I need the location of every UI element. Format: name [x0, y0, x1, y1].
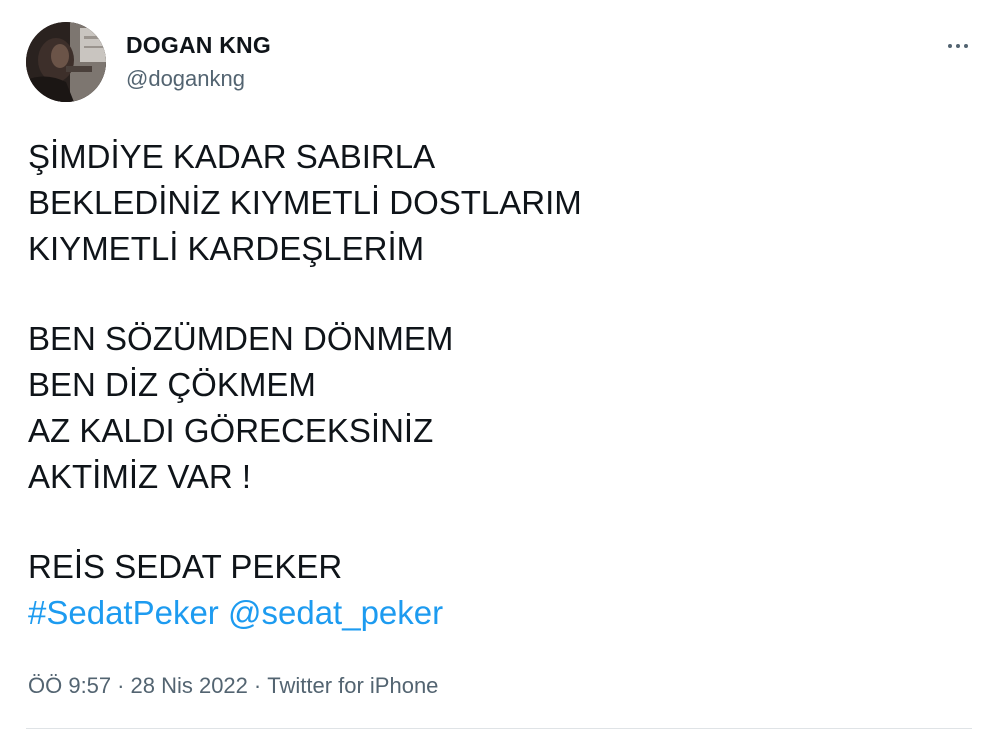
tweet-line: BEKLEDİNİZ KIYMETLİ DOSTLARIM [28, 184, 582, 221]
tweet-line: BEN SÖZÜMDEN DÖNMEM [28, 320, 454, 357]
tweet-date[interactable]: 28 Nis 2022 [130, 673, 247, 698]
hashtag-link[interactable]: #SedatPeker [28, 594, 219, 631]
user-handle[interactable]: @dogankng [126, 66, 245, 92]
avatar-image [26, 22, 106, 102]
tweet-tags-line: #SedatPeker @sedat_peker [28, 590, 968, 636]
tweet-line: AZ KALDI GÖRECEKSİNİZ [28, 412, 434, 449]
meta-separator: · [117, 673, 125, 698]
tweet-line: ŞİMDİYE KADAR SABIRLA [28, 138, 436, 175]
tweet-line: REİS SEDAT PEKER [28, 548, 343, 585]
tweet-line: AKTİMİZ VAR ! [28, 458, 252, 495]
more-horizontal-icon-dot [948, 44, 952, 48]
tweet-line: KIYMETLİ KARDEŞLERİM [28, 230, 425, 267]
tweet-card: DOGAN KNG @dogankng ŞİMDİYE KADAR SABIRL… [0, 0, 1000, 734]
tweet-text: ŞİMDİYE KADAR SABIRLA BEKLEDİNİZ KIYMETL… [28, 134, 968, 636]
tweet-source[interactable]: Twitter for iPhone [267, 673, 438, 698]
more-horizontal-icon-dot [956, 44, 960, 48]
more-options-button[interactable] [940, 34, 976, 58]
meta-separator: · [253, 673, 262, 698]
avatar[interactable] [26, 22, 106, 102]
mention-link[interactable]: @sedat_peker [228, 594, 443, 631]
tweet-line: BEN DİZ ÇÖKMEM [28, 366, 316, 403]
more-horizontal-icon-dot [964, 44, 968, 48]
divider [26, 728, 972, 729]
tweet-meta: ÖÖ 9:57 · 28 Nis 2022 · Twitter for iPhone [28, 673, 438, 699]
display-name[interactable]: DOGAN KNG [126, 32, 271, 59]
tweet-time[interactable]: ÖÖ 9:57 [28, 673, 111, 698]
